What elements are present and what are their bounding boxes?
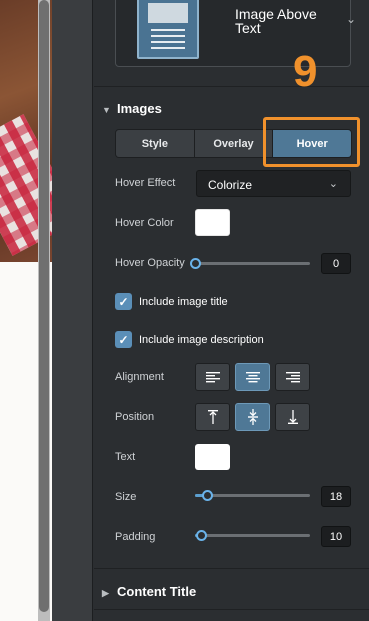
align-right-button[interactable] [275, 363, 310, 391]
divider [94, 609, 369, 610]
include-description-label: Include image description [139, 333, 264, 346]
divider [94, 86, 369, 87]
position-label: Position [115, 411, 155, 423]
tab-style[interactable]: Style [116, 130, 195, 157]
layout-thumbnail-icon [137, 0, 199, 59]
layout-title: Image Above Text [235, 6, 317, 36]
include-title-row[interactable]: ✓ Include image title [115, 293, 228, 310]
settings-panel: Image Above Text ⌄ 9 ▼ Images Style Overl… [94, 0, 369, 621]
images-section-title: Images [117, 101, 162, 116]
hover-color-swatch[interactable] [195, 209, 230, 236]
expand-triangle-icon: ▶ [102, 588, 109, 598]
align-center-icon [245, 371, 260, 382]
padding-value[interactable]: 10 [321, 526, 351, 547]
align-center-button[interactable] [235, 363, 270, 391]
hover-opacity-slider[interactable] [190, 258, 310, 269]
size-slider[interactable] [195, 490, 310, 501]
position-middle-button[interactable] [235, 403, 270, 431]
align-top-icon [207, 410, 218, 424]
images-section-header[interactable]: ▼ Images [102, 101, 162, 116]
hover-tab-highlight [263, 117, 360, 167]
size-slider-handle[interactable] [202, 490, 213, 501]
position-top-button[interactable] [195, 403, 230, 431]
align-right-icon [285, 371, 300, 382]
position-buttons [195, 403, 310, 431]
hover-opacity-value[interactable]: 0 [321, 253, 351, 274]
tab-overlay[interactable]: Overlay [194, 130, 274, 157]
size-label: Size [115, 491, 137, 503]
align-left-button[interactable] [195, 363, 230, 391]
padding-label: Padding [115, 531, 156, 543]
hover-opacity-slider-handle[interactable] [190, 258, 201, 269]
hover-effect-select[interactable]: Colorize ⌄ [196, 170, 351, 197]
include-description-row[interactable]: ✓ Include image description [115, 331, 264, 348]
divider [94, 568, 369, 569]
alignment-label: Alignment [115, 371, 164, 383]
panel-gutter [52, 0, 93, 621]
size-value[interactable]: 18 [321, 486, 351, 507]
step-badge: 9 [293, 47, 318, 96]
include-title-checkbox[interactable]: ✓ [115, 293, 132, 310]
align-left-icon [205, 371, 220, 382]
hover-opacity-label: Hover Opacity [115, 257, 185, 269]
text-color-label: Text [115, 451, 136, 463]
hover-effect-label: Hover Effect [115, 177, 176, 189]
content-title-section-header[interactable]: ▶ Content Title [102, 584, 196, 599]
position-bottom-button[interactable] [275, 403, 310, 431]
content-title-section-title: Content Title [117, 584, 197, 599]
canvas-preview [0, 0, 52, 621]
padding-slider-handle[interactable] [196, 530, 207, 541]
chevron-down-icon: ⌄ [328, 178, 338, 190]
text-color-swatch[interactable] [195, 444, 230, 470]
include-description-checkbox[interactable]: ✓ [115, 331, 132, 348]
chevron-down-icon[interactable]: ⌄ [346, 12, 356, 26]
alignment-buttons [195, 363, 310, 391]
canvas-scrollbar-thumb[interactable] [39, 0, 49, 612]
hover-color-label: Hover Color [115, 217, 174, 229]
collapse-triangle-icon: ▼ [102, 105, 111, 115]
align-middle-icon [247, 409, 258, 425]
hover-effect-value: Colorize [208, 178, 253, 192]
padding-slider[interactable] [195, 530, 310, 541]
include-title-label: Include image title [139, 295, 228, 308]
align-bottom-icon [287, 410, 298, 424]
